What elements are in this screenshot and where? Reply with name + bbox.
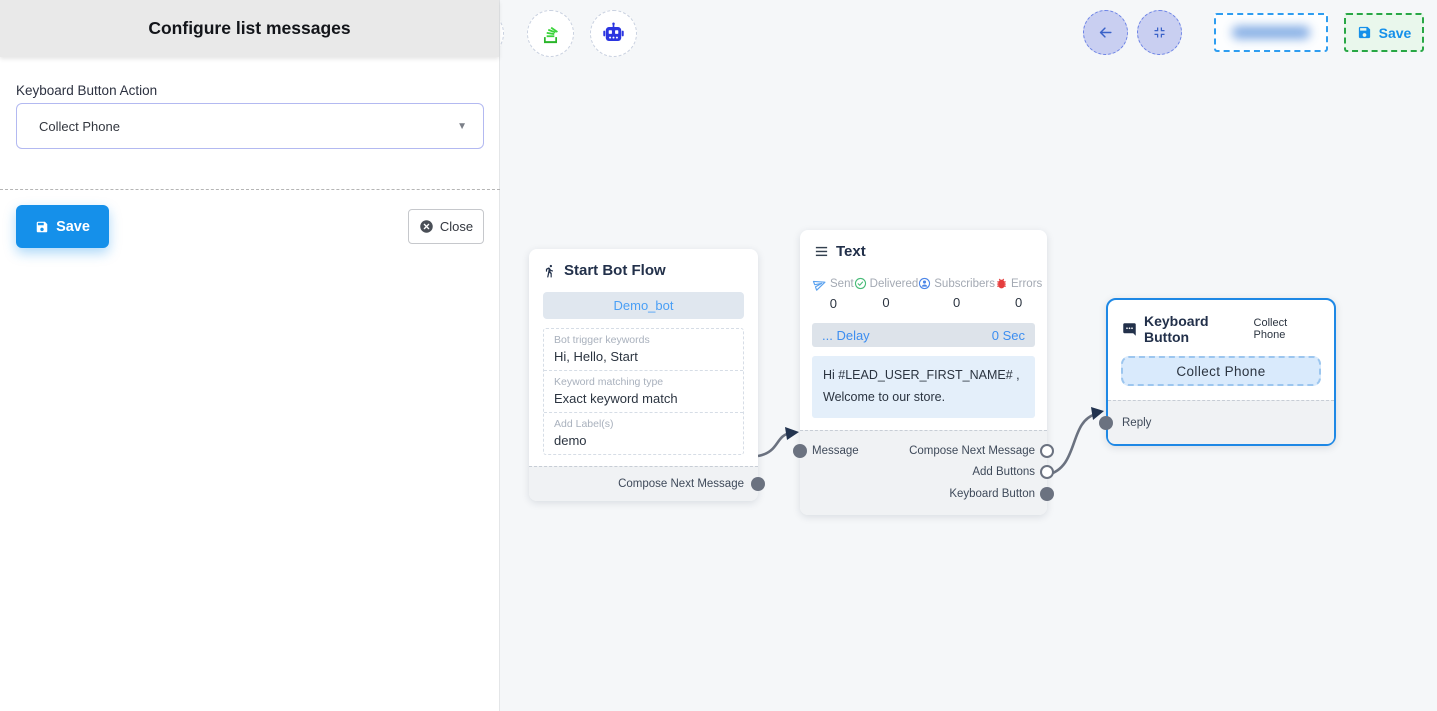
- stat-errors: Errors 0: [995, 277, 1042, 311]
- message-preview[interactable]: Hi #LEAD_USER_FIRST_NAME# , Welcome to o…: [812, 356, 1035, 418]
- stack-icon: [539, 22, 562, 45]
- message-input-label: Message: [812, 445, 859, 457]
- stat-value: 0: [1015, 295, 1022, 310]
- connector-row: Keyboard Button: [800, 483, 1047, 505]
- check-circle-icon: [854, 277, 867, 290]
- stat-value: 0: [830, 296, 837, 311]
- stat-delivered: Delivered 0: [854, 277, 919, 311]
- start-node-title: Start Bot Flow: [564, 262, 666, 279]
- stat-subscribers: Subscribers 0: [918, 277, 995, 311]
- comment-icon: [1122, 322, 1137, 337]
- stats-row: Sent 0 Delivered 0: [800, 277, 1047, 311]
- compose-next-message-output-connector[interactable]: [1040, 444, 1054, 458]
- text-node-footer: Message Compose Next Message Add Buttons…: [800, 430, 1047, 515]
- stat-label: Errors: [1011, 278, 1042, 290]
- fit-view-button[interactable]: [1137, 10, 1182, 55]
- redacted-button[interactable]: [1214, 13, 1328, 52]
- reply-input-connector[interactable]: [1099, 416, 1113, 430]
- add-buttons-output-connector[interactable]: [1040, 465, 1054, 479]
- field-value: Hi, Hello, Start: [554, 349, 733, 364]
- text-node-title: Text: [836, 243, 866, 260]
- keyboard-action-dropdown[interactable]: Collect Phone ▼: [16, 103, 484, 149]
- start-node-body: Start Bot Flow Demo_bot Bot trigger keyw…: [529, 249, 758, 466]
- connector-row: Add Buttons: [800, 461, 1047, 483]
- field-label: Add Label(s): [554, 418, 733, 430]
- text-node-header: Text: [800, 243, 1047, 260]
- bot-name-button[interactable]: Demo_bot: [543, 292, 744, 319]
- close-circle-icon: [419, 219, 434, 234]
- canvas-save-button[interactable]: Save: [1344, 13, 1424, 52]
- stack-tool-button[interactable]: [527, 10, 574, 57]
- floppy-icon: [35, 220, 49, 234]
- kb-action-label: Collect Phone: [1254, 317, 1320, 341]
- divider: [0, 189, 500, 190]
- configure-panel: Configure list messages Keyboard Button …: [0, 0, 500, 711]
- menu-icon: [814, 244, 829, 259]
- reply-label: Reply: [1122, 417, 1151, 429]
- keyboard-button-output-connector[interactable]: [1040, 487, 1054, 501]
- kb-node-header-row: Keyboard Button Collect Phone: [1108, 300, 1334, 345]
- output-label-add-buttons: Add Buttons: [972, 466, 1035, 478]
- back-button[interactable]: [1083, 10, 1128, 55]
- save-button[interactable]: Save: [16, 205, 109, 248]
- collect-phone-button[interactable]: Collect Phone: [1121, 356, 1321, 386]
- stat-value: 0: [953, 295, 960, 310]
- compress-icon: [1152, 25, 1167, 40]
- canvas-save-label: Save: [1379, 25, 1412, 41]
- output-label-compose-next-message: Compose Next Message: [909, 445, 1035, 457]
- start-output-connector[interactable]: [751, 477, 765, 491]
- kb-node-header: Keyboard Button: [1122, 313, 1254, 345]
- start-output-label: Compose Next Message: [618, 478, 744, 490]
- floppy-icon: [1357, 25, 1372, 40]
- text-node-body: Text Sent 0: [800, 230, 1047, 430]
- start-node-header: Start Bot Flow: [543, 262, 744, 279]
- send-icon: [813, 277, 827, 291]
- field-value: Exact keyword match: [554, 391, 733, 406]
- stat-sent: Sent 0: [813, 277, 854, 311]
- chevron-down-icon: ▼: [457, 121, 467, 132]
- node-text[interactable]: Text Sent 0: [800, 230, 1047, 515]
- save-button-label: Save: [56, 219, 90, 235]
- field-value: demo: [554, 433, 733, 448]
- delay-row[interactable]: ... Delay 0 Sec: [812, 323, 1035, 347]
- kb-node-footer: Reply: [1108, 400, 1334, 444]
- walking-person-icon: [543, 263, 557, 279]
- stat-value: 0: [882, 295, 889, 310]
- close-button-label: Close: [440, 219, 473, 234]
- keyboard-action-label: Keyboard Button Action: [16, 83, 157, 98]
- dropdown-value: Collect Phone: [39, 119, 120, 134]
- stat-label: Subscribers: [934, 278, 995, 290]
- connector-row: Message Compose Next Message: [800, 440, 1047, 462]
- kb-node-title: Keyboard Button: [1144, 313, 1254, 345]
- flow-canvas[interactable]: Save Start Bot Flow Demo_bot Bot trigger…: [500, 0, 1437, 711]
- robot-icon: [601, 21, 626, 46]
- field-label: Keyword matching type: [554, 376, 733, 388]
- field-label: Bot trigger keywords: [554, 334, 733, 346]
- bot-flow-builder: Configure list messages Keyboard Button …: [0, 0, 1437, 711]
- bot-tool-button[interactable]: [590, 10, 637, 57]
- output-label-keyboard-button: Keyboard Button: [949, 488, 1035, 500]
- node-keyboard-button[interactable]: Keyboard Button Collect Phone Collect Ph…: [1106, 298, 1336, 446]
- bug-icon: [995, 277, 1008, 290]
- arrow-left-icon: [1097, 24, 1114, 41]
- field-bot-trigger-keywords[interactable]: Bot trigger keywords Hi, Hello, Start: [544, 329, 743, 371]
- panel-title: Configure list messages: [0, 0, 499, 57]
- field-keyword-matching-type[interactable]: Keyword matching type Exact keyword matc…: [544, 371, 743, 413]
- start-node-footer: Compose Next Message: [529, 466, 758, 501]
- delay-label: ... Delay: [822, 328, 870, 343]
- delay-value: 0 Sec: [992, 328, 1025, 343]
- stat-label: Sent: [830, 278, 854, 290]
- close-button[interactable]: Close: [408, 209, 484, 244]
- stat-label: Delivered: [870, 278, 919, 290]
- subscriber-icon: [918, 277, 931, 290]
- redacted-text: [1232, 26, 1310, 39]
- node-start-bot-flow[interactable]: Start Bot Flow Demo_bot Bot trigger keyw…: [529, 249, 758, 501]
- start-fields: Bot trigger keywords Hi, Hello, Start Ke…: [543, 328, 744, 455]
- message-input-connector[interactable]: [793, 444, 807, 458]
- field-add-labels[interactable]: Add Label(s) demo: [544, 413, 743, 454]
